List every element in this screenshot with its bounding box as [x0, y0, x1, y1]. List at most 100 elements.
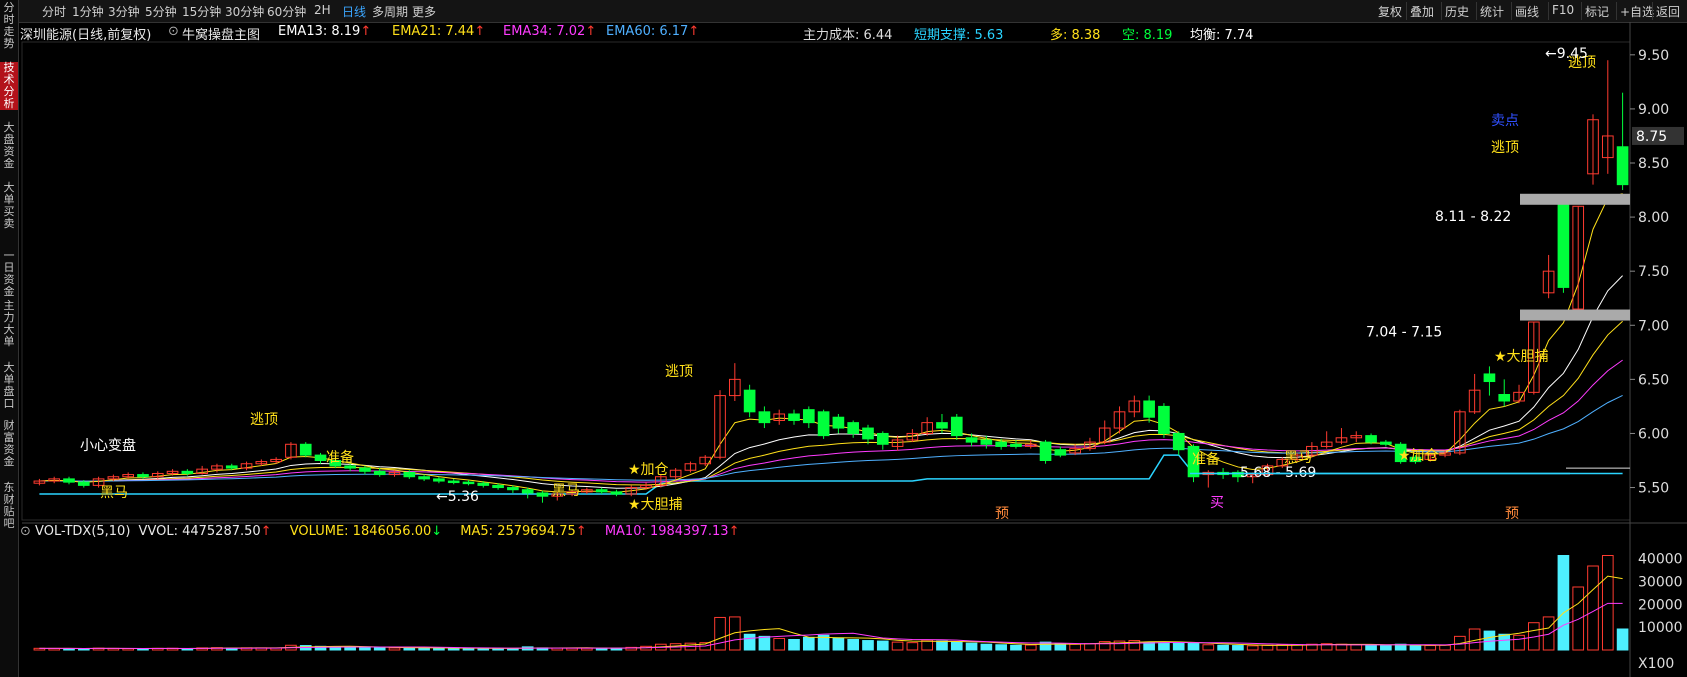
volume-bar [876, 640, 889, 651]
volume-bar [1557, 555, 1570, 651]
candle-body [610, 491, 623, 495]
price-tick-label: 5.50 [1638, 481, 1669, 497]
volume-bar [891, 641, 904, 651]
annotation-label: 预 [1505, 506, 1519, 522]
volume-bar [1172, 642, 1185, 651]
candle-body [181, 470, 194, 474]
candle-body [876, 432, 889, 445]
support-zone-label: 7.04 - 7.15 [1366, 325, 1442, 341]
volume-bar [773, 637, 786, 651]
volume-bar [1601, 555, 1614, 651]
annotation-label: ←5.36 [436, 489, 479, 505]
annotation-label: 逃顶 [1491, 140, 1519, 156]
volume-unit-label: X100 [1638, 656, 1674, 672]
volume-bar [906, 642, 919, 651]
volume-bar [728, 616, 741, 651]
volume-bar [995, 644, 1007, 651]
candle-body [788, 413, 800, 421]
volume-bar [1217, 644, 1229, 651]
annotation-label: ★加仓 [1398, 448, 1439, 464]
volume-bar [1187, 642, 1200, 651]
volume-bar [1158, 642, 1170, 651]
volume-bar [980, 643, 993, 651]
volume-bar [714, 616, 726, 651]
candle-body [1010, 443, 1022, 447]
volume-bar [1261, 644, 1274, 651]
volume-bar [1513, 634, 1525, 651]
ma5-value: MA5: 2579694.75↑ [460, 524, 587, 539]
volume-indicator-bar: ⊙ VOL-TDX(5,10) VVOL: 4475287.50↑ VOLUME… [20, 524, 739, 542]
volume-indicator-name[interactable]: VOL-TDX(5,10) [35, 524, 130, 539]
candle-body [995, 441, 1007, 447]
price-chart[interactable]: 9.50 9.00 8.50 8.00 7.50 7.00 6.50 6.00 5.50 8.11… [0, 0, 1687, 677]
candle-body [1158, 405, 1170, 434]
annotation-label: 准备 [326, 449, 354, 466]
volume-bar [1616, 628, 1629, 651]
candle-body [418, 476, 430, 480]
annotation-label: ★大胆捕 [1494, 349, 1549, 365]
candle-body [507, 487, 519, 491]
candle-body [950, 416, 963, 437]
candle-body [462, 481, 475, 485]
volume-ma10-line [39, 602, 1623, 649]
candle-body [1143, 400, 1155, 418]
volume-bar [1232, 645, 1244, 651]
volume-tick-label: 20000 [1638, 597, 1683, 613]
candle-body [299, 443, 312, 456]
candle-body [802, 409, 815, 424]
volume-bar [936, 640, 948, 651]
volume-tick-label: 30000 [1638, 575, 1683, 591]
candle-body [847, 422, 860, 434]
volume-bar [1498, 633, 1511, 651]
support-zone-bar [1520, 309, 1630, 321]
volume-bar [1084, 643, 1096, 651]
candle-body [477, 482, 490, 486]
annotation-label: 黑马 [1284, 450, 1312, 466]
price-tick-label: 6.50 [1638, 372, 1669, 388]
volume-bar [788, 639, 800, 651]
price-tick-label: 9.00 [1638, 102, 1669, 118]
price-tick-label: 7.50 [1638, 264, 1669, 280]
volume-bar [1587, 565, 1599, 651]
support-zone-label: 8.11 - 8.22 [1435, 209, 1511, 225]
candle-body [595, 489, 608, 493]
candle-body [832, 416, 845, 429]
candle-body [1380, 441, 1392, 445]
volume-bar [1350, 644, 1363, 651]
candle-body [1039, 441, 1052, 462]
volume-bar [1246, 645, 1259, 651]
candle-body [536, 492, 549, 497]
volume-bar [1424, 645, 1437, 651]
volume-bar [388, 647, 401, 651]
vvol-value: VVOL: 4475287.50↑ [138, 524, 272, 539]
volume-bar [1024, 644, 1037, 651]
volume-bar [802, 636, 815, 651]
candle-body [1498, 394, 1511, 402]
volume-bar [1380, 645, 1392, 651]
candle-body [758, 411, 771, 424]
volume-bar [373, 647, 386, 651]
candle-body [980, 439, 993, 445]
volume-bar [359, 646, 371, 651]
volume-bar [418, 647, 430, 651]
annotation-label: 卖点 [1491, 113, 1519, 129]
annotation-label: 黑马 [100, 485, 128, 501]
volume-bar [758, 635, 771, 651]
ema13-line [39, 275, 1623, 489]
volume-settings-icon[interactable]: ⊙ [20, 524, 31, 539]
volume-tick-label: 10000 [1638, 620, 1683, 636]
annotation-label: 小心变盘 [80, 437, 136, 454]
support-zone-bar [1520, 193, 1630, 205]
volume-bar [965, 642, 978, 651]
volume-bar [950, 641, 963, 651]
price-tick-label: 8.50 [1638, 156, 1669, 172]
annotation-label: 预 [995, 506, 1009, 522]
candle-body [1557, 200, 1570, 288]
candle-body [862, 427, 874, 440]
volume-value: VOLUME: 1846056.00↓ [289, 524, 443, 539]
candle-body [77, 481, 90, 486]
volume-bar [1010, 644, 1022, 651]
price-tick-label: 6.00 [1638, 426, 1669, 442]
ma10-value: MA10: 1984397.13↑ [604, 524, 740, 539]
candle-body [359, 467, 371, 472]
